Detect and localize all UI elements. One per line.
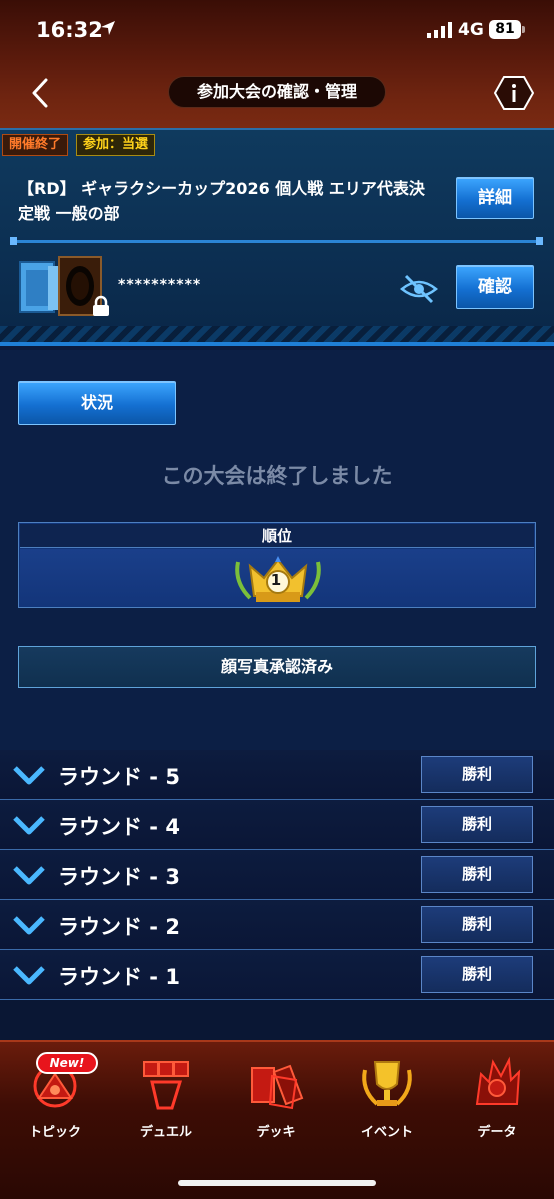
confirm-button[interactable]: 確認 [456,265,534,309]
eye-hidden-icon[interactable] [400,272,438,306]
card-decor-stripes [0,326,554,342]
chevron-down-icon [13,866,45,885]
battery-icon: 81 [489,20,521,39]
round-row-5[interactable]: ラウンド - 5 勝利 [0,750,554,800]
status-badge: 開催終了 [2,134,69,156]
nav-label: デッキ [256,1125,296,1140]
back-button[interactable] [26,76,56,110]
info-button[interactable] [494,75,534,111]
location-arrow-icon [101,21,115,35]
nav-deck[interactable]: デッキ [226,1050,326,1145]
deck-icon [251,1064,304,1110]
round-result: 勝利 [421,756,533,793]
signal-icon [427,22,452,38]
round-label: ラウンド - 1 [58,965,180,989]
tournament-name: 【RD】 ギャラクシーカップ2026 個人戦 エリア代表決定戦 一般の部 [18,179,425,223]
round-row-2[interactable]: ラウンド - 2 勝利 [0,900,554,950]
nav-label: イベント [360,1125,413,1140]
photo-approved-button[interactable]: 顔写真承認済み [18,646,536,688]
status-time: 16:32 [36,18,103,42]
battery-tip [522,26,525,33]
network-label: 4G [458,20,484,40]
nav-label: デュエル [139,1125,192,1140]
duel-icon [143,1061,189,1110]
round-result: 勝利 [421,806,533,843]
detail-button[interactable]: 詳細 [456,177,534,219]
chevron-down-icon [13,916,45,935]
card-bottom-border [0,342,554,346]
event-trophy-icon [362,1061,412,1106]
round-label: ラウンド - 2 [58,915,180,939]
page-title: 参加大会の確認・管理 [168,76,386,108]
round-result: 勝利 [421,856,533,893]
round-label: ラウンド - 3 [58,865,180,889]
chevron-down-icon [13,816,45,835]
rank-header: 順位 [20,524,534,548]
nav-duel[interactable]: デュエル [116,1050,216,1145]
round-result: 勝利 [421,906,533,943]
divider-cap-left [10,237,17,245]
home-indicator [178,1180,376,1186]
new-badge: New! [36,1052,98,1074]
nav-data[interactable]: データ [447,1050,547,1145]
rank-value: 1 [270,571,282,589]
divider [12,240,540,243]
nav-label: トピック [28,1125,81,1140]
nav-label: データ [477,1125,517,1140]
entry-badge: 参加：当選 [76,134,156,156]
lock-icon [93,295,109,316]
round-label: ラウンド - 5 [58,765,180,789]
round-row-4[interactable]: ラウンド - 4 勝利 [0,800,554,850]
round-label: ラウンド - 4 [58,815,180,839]
tab-status[interactable]: 状況 [18,381,176,425]
divider-cap-right [536,237,543,245]
chevron-down-icon [13,966,45,985]
round-row-3[interactable]: ラウンド - 3 勝利 [0,850,554,900]
ended-message: この大会は終了しました [161,464,393,488]
data-icon [475,1056,521,1105]
nav-event[interactable]: イベント [337,1050,437,1145]
chevron-down-icon [13,766,45,785]
deck-code: ********** [118,277,202,293]
deck-box-icon [19,261,58,313]
round-result: 勝利 [421,956,533,993]
round-row-1[interactable]: ラウンド - 1 勝利 [0,950,554,1000]
